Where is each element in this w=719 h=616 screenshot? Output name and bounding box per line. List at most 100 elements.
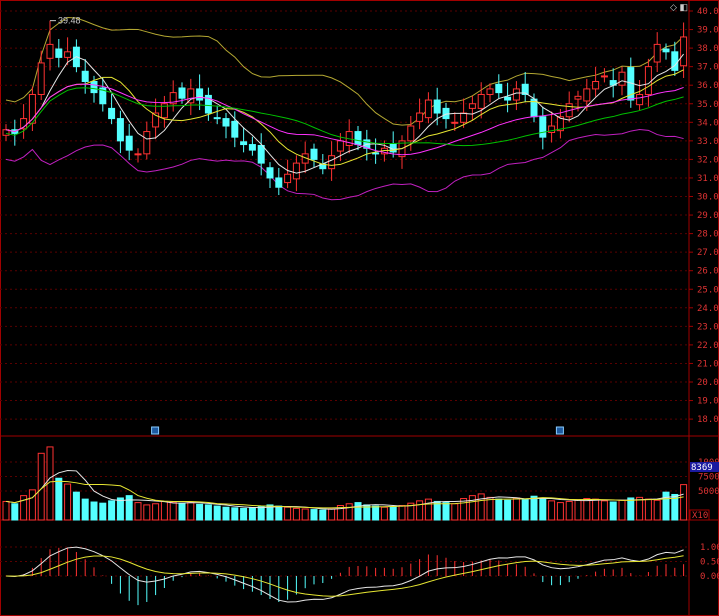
- volume-bar: [644, 498, 652, 521]
- volume-bar: [380, 506, 388, 521]
- candle-up: [416, 112, 424, 122]
- volume-bar: [345, 503, 353, 521]
- candle-down: [275, 177, 283, 188]
- candle-down: [248, 144, 256, 151]
- volume-ma10-line: [5, 480, 684, 509]
- candle-down: [433, 99, 441, 114]
- stock-chart: 40.00 39.00 38.00 37.00 36.00 35.00 34.00 33.00…: [0, 0, 719, 616]
- volume-bar: [328, 508, 336, 521]
- volume-bar: [539, 497, 547, 521]
- candle-up: [134, 153, 142, 156]
- volume-bar: [55, 477, 63, 521]
- volume-bar: [662, 491, 670, 521]
- volume-bar: [160, 500, 168, 521]
- volume-bar: [134, 502, 142, 521]
- volume-bar: [257, 506, 265, 521]
- candle-up: [618, 71, 626, 86]
- candle-down: [372, 152, 380, 155]
- macd-tick-label: 0.00: [700, 572, 719, 582]
- volume-bar: [81, 498, 89, 521]
- volume-bar: [231, 507, 239, 521]
- candle-down: [231, 120, 239, 138]
- price-tick-label: 18.00: [697, 415, 719, 425]
- price-tick-label: 27.00: [697, 248, 719, 258]
- volume-bar: [222, 506, 230, 521]
- volume-bar: [319, 509, 327, 521]
- diamond-icon[interactable]: ◇: [670, 2, 677, 12]
- high-annotation-label: 39.48: [58, 16, 81, 26]
- volume-bar: [275, 505, 283, 521]
- volume-bar: [284, 506, 292, 521]
- candle-up: [292, 162, 300, 180]
- macd-dif-line: [5, 546, 684, 603]
- candle-up: [468, 103, 476, 109]
- candle-up: [592, 80, 600, 90]
- price-tick-label: 39.00: [697, 26, 719, 36]
- volume-bar: [548, 500, 556, 521]
- volume-bar: [90, 501, 98, 521]
- volume-bar: [213, 505, 221, 521]
- candle-down: [354, 131, 362, 146]
- candle-down: [495, 83, 503, 94]
- volume-bar: [389, 506, 397, 521]
- candle-up: [451, 121, 459, 124]
- candle-down: [504, 96, 512, 101]
- window-icons: ◇ ◧: [670, 2, 688, 13]
- candle-up: [636, 93, 644, 106]
- candle-down: [90, 80, 98, 94]
- volume-bar: [574, 499, 582, 521]
- volume-bar: [468, 495, 476, 521]
- price-tick-label: 31.00: [697, 174, 719, 184]
- price-tick-label: 25.00: [697, 285, 719, 295]
- price-tick-label: 40.00: [697, 7, 719, 17]
- macd-tick-label: 0.50: [700, 558, 719, 568]
- macd-tick-label: 1.00: [700, 543, 719, 553]
- candle-up: [143, 131, 151, 155]
- candle-up: [600, 75, 608, 78]
- price-tick-label: 26.00: [697, 267, 719, 277]
- price-tick-label: 24.00: [697, 304, 719, 314]
- candle-down: [240, 141, 248, 146]
- bollinger-upper-line: [5, 17, 684, 126]
- candle-up: [64, 51, 72, 58]
- volume-bar: [618, 499, 626, 521]
- price-tick-label: 22.00: [697, 341, 719, 351]
- candle-down: [266, 167, 274, 179]
- ma20-line: [5, 83, 684, 156]
- price-tick-label: 20.00: [697, 378, 719, 388]
- volume-bar: [372, 505, 380, 521]
- price-tick-label: 38.00: [697, 44, 719, 54]
- volume-tick-label: 7500: [698, 473, 719, 483]
- volume-bar: [11, 503, 19, 521]
- candle-up: [486, 88, 494, 95]
- price-tick-label: 33.00: [697, 137, 719, 147]
- volume-bar: [116, 497, 124, 521]
- candle-up: [574, 95, 582, 100]
- restore-icon[interactable]: ◧: [679, 2, 688, 12]
- volume-bar: [125, 495, 133, 521]
- ma5-line: [5, 53, 684, 174]
- bollinger-lower-line: [5, 129, 684, 201]
- volume-bar: [600, 500, 608, 521]
- volume-bar: [240, 507, 248, 521]
- candle-up: [653, 43, 661, 63]
- volume-bar: [64, 483, 72, 521]
- candle-up: [644, 66, 652, 95]
- candle-down: [257, 144, 265, 164]
- volume-bar: [152, 503, 160, 521]
- volume-bar: [424, 498, 432, 521]
- volume-bar: [495, 498, 503, 521]
- price-tick-label: 32.00: [697, 155, 719, 165]
- volume-bar: [583, 498, 591, 521]
- volume-bar: [204, 504, 212, 521]
- candle-down: [55, 48, 63, 58]
- volume-bar: [565, 500, 573, 521]
- volume-bar: [178, 502, 186, 521]
- candle-down: [108, 107, 116, 120]
- volume-bar: [72, 491, 80, 521]
- candle-down: [539, 116, 547, 138]
- candle-up: [46, 43, 54, 59]
- price-tick-label: 34.00: [697, 118, 719, 128]
- volume-bar: [416, 500, 424, 521]
- volume-bar: [442, 502, 450, 521]
